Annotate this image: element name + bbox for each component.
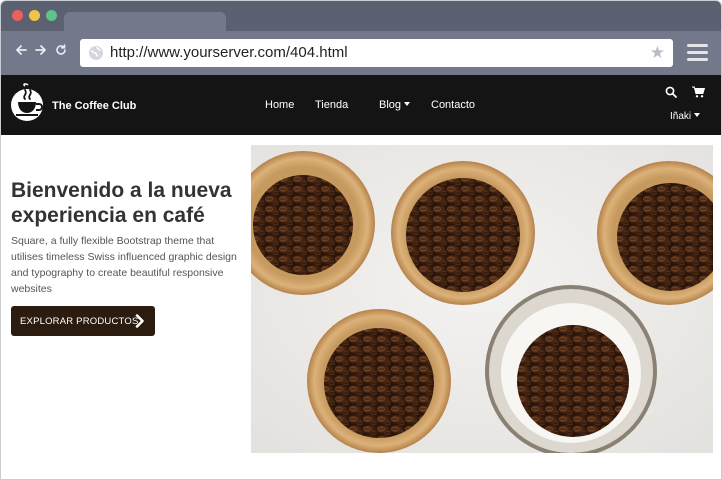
explore-products-label: EXPLORAR PRODUCTOS xyxy=(20,316,139,327)
coffee-beans-photo xyxy=(251,145,713,453)
cart-icon[interactable] xyxy=(692,86,705,98)
globe-icon xyxy=(89,46,103,60)
arrow-right-icon xyxy=(35,45,46,55)
nav-contact[interactable]: Contacto xyxy=(431,99,475,111)
reload-icon xyxy=(56,44,66,55)
caret-down-icon xyxy=(404,102,411,106)
address-bar[interactable]: http://www.yourserver.com/404.html ★ xyxy=(80,39,673,67)
browser-toolbar: http://www.yourserver.com/404.html ★ xyxy=(1,31,721,75)
chevron-right-icon xyxy=(135,314,144,328)
url-text[interactable]: http://www.yourserver.com/404.html xyxy=(110,44,348,61)
caret-down-icon xyxy=(694,113,701,117)
user-menu[interactable]: Iñaki xyxy=(670,111,701,122)
minimize-window-button[interactable] xyxy=(29,10,40,21)
reload-button[interactable] xyxy=(55,44,67,60)
arrow-left-icon xyxy=(16,45,27,55)
site-navbar: The Coffee Club Home Tienda Blog Contact… xyxy=(1,75,721,135)
close-window-button[interactable] xyxy=(12,10,23,21)
nav-blog[interactable]: Blog xyxy=(379,99,411,111)
nav-blog-label: Blog xyxy=(379,99,402,111)
search-icon[interactable] xyxy=(665,86,677,98)
brand-name[interactable]: The Coffee Club xyxy=(52,100,136,112)
explore-products-button[interactable]: EXPLORAR PRODUCTOS xyxy=(11,306,155,336)
hero-description: Square, a fully flexible Bootstrap theme… xyxy=(11,235,237,295)
user-name: Iñaki xyxy=(670,111,692,122)
browser-window: http://www.yourserver.com/404.html ★ The… xyxy=(0,0,722,480)
hero-title: Bienvenido a la nueva experiencia en caf… xyxy=(11,179,232,227)
browser-titlebar xyxy=(1,1,721,34)
nav-shop[interactable]: Tienda xyxy=(315,99,348,111)
forward-button[interactable] xyxy=(35,44,47,60)
maximize-window-button[interactable] xyxy=(46,10,57,21)
star-icon[interactable]: ★ xyxy=(650,43,665,63)
coffee-cup-logo-icon[interactable] xyxy=(10,83,48,123)
nav-home[interactable]: Home xyxy=(265,99,294,111)
back-button[interactable] xyxy=(15,44,27,60)
hamburger-menu-icon[interactable] xyxy=(687,44,708,62)
